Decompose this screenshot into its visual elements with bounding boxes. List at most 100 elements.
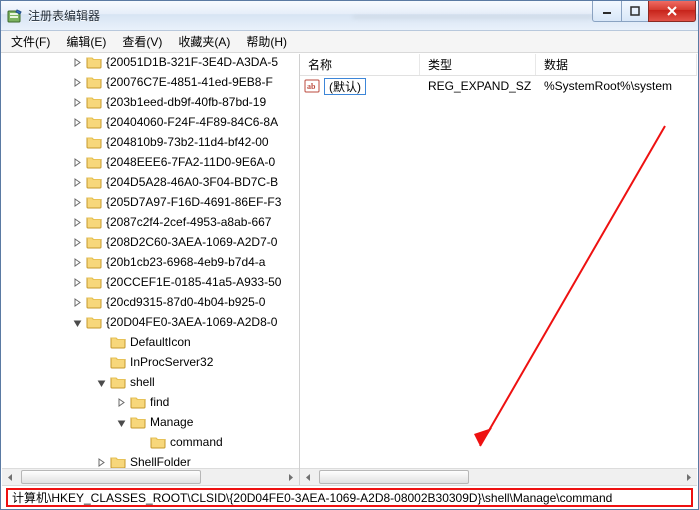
expand-toggle-icon (70, 135, 84, 149)
tree-node[interactable]: {208D2C60-3AEA-1069-A2D7-0 (2, 232, 299, 252)
folder-icon (86, 135, 102, 149)
folder-icon (86, 235, 102, 249)
folder-icon (86, 315, 102, 329)
tree-node-label: {203b1eed-db9f-40fb-87bd-19 (106, 95, 266, 109)
tree-node-label: {204810b9-73b2-11d4-bf42-00 (106, 135, 269, 149)
tree-node-label: {2048EEE6-7FA2-11D0-9E6A-0 (106, 155, 275, 169)
tree-node[interactable]: {2048EEE6-7FA2-11D0-9E6A-0 (2, 152, 299, 172)
scroll-right-icon[interactable] (282, 469, 299, 485)
expand-toggle-icon[interactable] (70, 95, 84, 109)
tree-node-label: {205D7A97-F16D-4691-86EF-F3 (106, 195, 281, 209)
tree-node-label: shell (130, 375, 155, 389)
tree-node-label: find (150, 395, 169, 409)
list-body[interactable]: ab (默认) REG_EXPAND_SZ %SystemRoot%\syste… (300, 76, 697, 468)
scroll-right-icon[interactable] (680, 469, 697, 485)
window-title: 注册表编辑器 (28, 7, 345, 24)
list-hscrollbar[interactable] (300, 468, 697, 485)
tree-node[interactable]: {203b1eed-db9f-40fb-87bd-19 (2, 92, 299, 112)
tree-node-label: {204D5A28-46A0-3F04-BD7C-B (106, 175, 278, 189)
folder-icon (86, 195, 102, 209)
folder-icon (86, 295, 102, 309)
folder-icon (86, 95, 102, 109)
col-type[interactable]: 类型 (420, 54, 536, 75)
tree-node[interactable]: {2087c2f4-2cef-4953-a8ab-667 (2, 212, 299, 232)
tree-scroll[interactable]: {20051D1B-321F-3E4D-A3DA-5 {20076C7E-4851… (2, 54, 299, 468)
menu-edit[interactable]: 编辑(E) (58, 30, 114, 53)
col-data[interactable]: 数据 (536, 54, 697, 75)
tree-node[interactable]: {204D5A28-46A0-3F04-BD7C-B (2, 172, 299, 192)
folder-icon (130, 415, 146, 429)
tree-node[interactable]: {20cd9315-87d0-4b04-b925-0 (2, 292, 299, 312)
tree-node-label: Manage (150, 415, 193, 429)
expand-toggle-icon (94, 355, 108, 369)
tree-node[interactable]: command (2, 432, 299, 452)
tree-node-label: command (170, 435, 223, 449)
expand-toggle-icon[interactable] (70, 235, 84, 249)
expand-toggle-icon[interactable] (70, 155, 84, 169)
tree-node[interactable]: {20076C7E-4851-41ed-9EB8-F (2, 72, 299, 92)
tree-node-label: ShellFolder (130, 455, 191, 468)
tree-hscrollbar[interactable] (2, 468, 299, 485)
tree-node-label: {208D2C60-3AEA-1069-A2D7-0 (106, 235, 277, 249)
expand-toggle-icon[interactable] (70, 315, 84, 329)
folder-icon (130, 395, 146, 409)
expand-toggle-icon (94, 335, 108, 349)
expand-toggle-icon[interactable] (70, 215, 84, 229)
close-button[interactable] (648, 1, 696, 22)
tree-node-label: {20051D1B-321F-3E4D-A3DA-5 (106, 55, 278, 69)
expand-toggle-icon[interactable] (70, 275, 84, 289)
menu-help[interactable]: 帮助(H) (238, 30, 295, 53)
statusbar: 计算机\HKEY_CLASSES_ROOT\CLSID\{20D04FE0-3A… (2, 485, 697, 508)
tree-node[interactable]: InProcServer32 (2, 352, 299, 372)
tree-node[interactable]: {20CCEF1E-0185-41a5-A933-50 (2, 272, 299, 292)
folder-icon (86, 75, 102, 89)
folder-icon (86, 175, 102, 189)
folder-icon (86, 215, 102, 229)
expand-toggle-icon[interactable] (114, 395, 128, 409)
tree-node-label: InProcServer32 (130, 355, 213, 369)
folder-icon (86, 55, 102, 69)
tree-node[interactable]: shell (2, 372, 299, 392)
expand-toggle-icon[interactable] (70, 195, 84, 209)
tree-node[interactable]: {20051D1B-321F-3E4D-A3DA-5 (2, 54, 299, 72)
tree-node[interactable]: {204810b9-73b2-11d4-bf42-00 (2, 132, 299, 152)
expand-toggle-icon[interactable] (70, 255, 84, 269)
tree-node[interactable]: {20b1cb23-6968-4eb9-b7d4-a (2, 252, 299, 272)
expand-toggle-icon[interactable] (94, 455, 108, 468)
tree-node-label: {20404060-F24F-4F89-84C6-8A (106, 115, 278, 129)
tree-node[interactable]: Manage (2, 412, 299, 432)
expand-toggle-icon[interactable] (70, 55, 84, 69)
expand-toggle-icon[interactable] (70, 295, 84, 309)
menu-favorites[interactable]: 收藏夹(A) (170, 30, 238, 53)
string-value-icon: ab (304, 78, 320, 94)
list-header: 名称 类型 数据 (300, 54, 697, 76)
col-name[interactable]: 名称 (300, 54, 420, 75)
tree-node[interactable]: {205D7A97-F16D-4691-86EF-F3 (2, 192, 299, 212)
scroll-left-icon[interactable] (300, 469, 317, 485)
menu-file[interactable]: 文件(F) (3, 30, 58, 53)
scroll-left-icon[interactable] (2, 469, 19, 485)
titlebar-blurred-text: ———————————————————— (353, 9, 593, 23)
value-data: %SystemRoot%\system (536, 79, 697, 93)
list-pane: 名称 类型 数据 ab (默认) (300, 54, 697, 485)
folder-icon (110, 355, 126, 369)
tree-node[interactable]: find (2, 392, 299, 412)
tree-node[interactable]: ShellFolder (2, 452, 299, 468)
expand-toggle-icon[interactable] (70, 175, 84, 189)
tree-node[interactable]: {20404060-F24F-4F89-84C6-8A (2, 112, 299, 132)
expand-toggle-icon[interactable] (114, 415, 128, 429)
expand-toggle-icon[interactable] (70, 75, 84, 89)
tree-node[interactable]: {20D04FE0-3AEA-1069-A2D8-0 (2, 312, 299, 332)
menu-view[interactable]: 查看(V) (114, 30, 170, 53)
maximize-button[interactable] (621, 1, 649, 22)
annotation-arrow (300, 76, 697, 468)
tree-node-label: {20CCEF1E-0185-41a5-A933-50 (106, 275, 281, 289)
minimize-button[interactable] (592, 1, 622, 22)
tree-node-label: {2087c2f4-2cef-4953-a8ab-667 (106, 215, 271, 229)
tree-node[interactable]: DefaultIcon (2, 332, 299, 352)
expand-toggle-icon[interactable] (94, 375, 108, 389)
value-name-editbox[interactable]: (默认) (324, 78, 366, 95)
expand-toggle-icon[interactable] (70, 115, 84, 129)
list-row[interactable]: ab (默认) REG_EXPAND_SZ %SystemRoot%\syste… (300, 76, 697, 96)
tree-node-label: DefaultIcon (130, 335, 191, 349)
